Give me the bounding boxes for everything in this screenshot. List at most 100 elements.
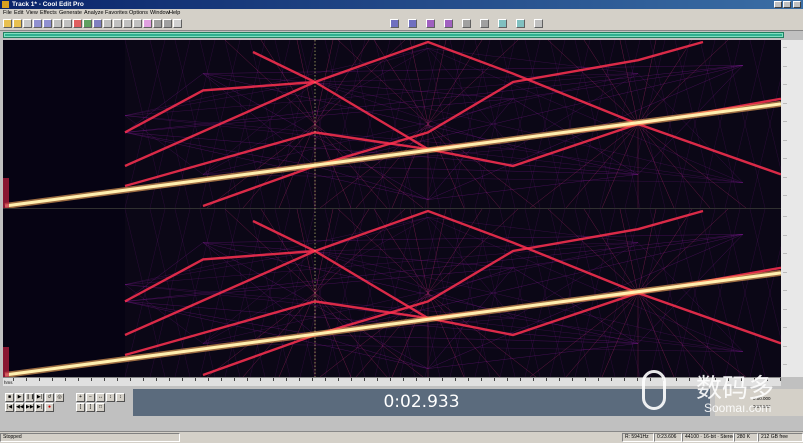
frequency-axis-tick: — xyxy=(783,118,787,123)
zoom-in-vertical-button[interactable]: ↕ xyxy=(106,393,115,402)
play-to-end-button[interactable]: ▶| xyxy=(35,393,44,402)
frequency-axis-tick: — xyxy=(783,213,787,218)
toolbar-button[interactable] xyxy=(13,19,22,28)
toolbar-button[interactable] xyxy=(73,19,82,28)
menu-options[interactable]: Options xyxy=(129,9,148,17)
toolbar-button[interactable] xyxy=(480,19,489,28)
maximize-button[interactable] xyxy=(783,1,791,8)
menu-file[interactable]: File xyxy=(3,9,12,17)
overview-range[interactable] xyxy=(5,34,782,36)
status-size: 280 K xyxy=(734,433,758,442)
close-button[interactable] xyxy=(793,1,801,8)
record-button[interactable]: ● xyxy=(45,403,54,412)
ruler-tick xyxy=(182,378,183,381)
toolbar-button[interactable] xyxy=(93,19,102,28)
toolbar-button[interactable] xyxy=(123,19,132,28)
toolbar-button[interactable] xyxy=(426,19,435,28)
play-looped-button[interactable]: ↺ xyxy=(45,393,54,402)
frequency-axis-tick: — xyxy=(783,324,787,329)
toolbar-button[interactable] xyxy=(103,19,112,28)
ruler-tick xyxy=(325,378,326,381)
ruler-tick xyxy=(312,378,313,381)
status-cursor-time: 0:23.606 xyxy=(654,433,682,442)
ruler-tick xyxy=(156,378,157,381)
play-cd-button[interactable]: ◎ xyxy=(55,393,64,402)
zoom-out-vertical-button[interactable]: ↕ xyxy=(116,393,125,402)
zoom-left-button[interactable]: [ xyxy=(76,403,85,412)
ruler-tick xyxy=(468,378,469,381)
toolbar-button[interactable] xyxy=(83,19,92,28)
zoom-out-horizontal-button[interactable]: − xyxy=(86,393,95,402)
zoom-out-icon: − xyxy=(89,394,92,400)
ruler-tick xyxy=(533,378,534,381)
zoom-full-button[interactable]: ↔ xyxy=(96,393,105,402)
fast-forward-button[interactable]: ▶▶ xyxy=(25,403,34,412)
toolbar-button[interactable] xyxy=(23,19,32,28)
menu-analyze[interactable]: Analyze xyxy=(84,9,104,17)
go-to-end-button[interactable]: ▶| xyxy=(35,403,44,412)
ruler-tick xyxy=(143,378,144,381)
go-to-end-icon: ▶| xyxy=(36,404,43,410)
zoom-selection-button[interactable]: □ xyxy=(96,403,105,412)
ruler-tick xyxy=(572,378,573,381)
play-icon: ▶ xyxy=(17,394,22,400)
menu-generate[interactable]: Generate xyxy=(59,9,82,17)
go-to-start-button[interactable]: |◀ xyxy=(5,403,14,412)
ruler-tick xyxy=(481,378,482,381)
waveform-overview[interactable] xyxy=(3,32,784,38)
zoom-right-button[interactable]: ] xyxy=(86,403,95,412)
toolbar-button[interactable] xyxy=(498,19,507,28)
toolbar-button[interactable] xyxy=(63,19,72,28)
menu-favorites[interactable]: Favorites xyxy=(105,9,128,17)
window-title: Track 1* - Cool Edit Pro xyxy=(12,1,84,8)
toolbar-button[interactable] xyxy=(163,19,172,28)
menu-bar: File Edit View Effects Generate Analyze … xyxy=(0,9,803,17)
menu-window[interactable]: Window xyxy=(150,9,170,17)
toolbar-button[interactable] xyxy=(53,19,62,28)
toolbar-button[interactable] xyxy=(33,19,42,28)
ruler-tick xyxy=(611,378,612,381)
toolbar-button[interactable] xyxy=(143,19,152,28)
minimize-button[interactable] xyxy=(774,1,782,8)
window-titlebar: Track 1* - Cool Edit Pro xyxy=(0,0,803,9)
pause-button[interactable]: ❙❙ xyxy=(25,393,34,402)
menu-view[interactable]: View xyxy=(26,9,38,17)
ruler-units-label: hms xyxy=(4,380,13,385)
ruler-tick xyxy=(195,378,196,381)
play-button[interactable]: ▶ xyxy=(15,393,24,402)
toolbar-button[interactable] xyxy=(173,19,182,28)
toolbar-button[interactable] xyxy=(534,19,543,28)
watermark: 数码多 Soomaı.com xyxy=(640,366,790,418)
frequency-axis-tick: — xyxy=(783,81,787,86)
zoom-in-horizontal-button[interactable]: + xyxy=(76,393,85,402)
stop-button[interactable]: ■ xyxy=(5,393,14,402)
zoom-right-icon: ] xyxy=(89,404,92,410)
menu-help[interactable]: Help xyxy=(169,9,180,17)
toolbar-button[interactable] xyxy=(153,19,162,28)
ruler-tick xyxy=(117,378,118,381)
spectrogram[interactable] xyxy=(3,39,791,378)
frequency-axis-tick: — xyxy=(783,231,787,237)
toolbar-button[interactable] xyxy=(462,19,471,28)
toolbar-button[interactable] xyxy=(516,19,525,28)
toolbar-button[interactable] xyxy=(43,19,52,28)
toolbar-button[interactable] xyxy=(408,19,417,28)
toolbar-button[interactable] xyxy=(444,19,453,28)
menu-effects[interactable]: Effects xyxy=(40,9,57,17)
menu-edit[interactable]: Edit xyxy=(14,9,23,17)
zoom-left-icon: [ xyxy=(79,404,82,410)
status-state: Stopped xyxy=(0,433,180,442)
spectral-view[interactable] xyxy=(3,39,791,378)
rewind-button[interactable]: ◀◀ xyxy=(15,403,24,412)
ruler-tick xyxy=(338,378,339,381)
ruler-tick xyxy=(247,378,248,381)
toolbar-button[interactable] xyxy=(3,19,12,28)
toolbar-button[interactable] xyxy=(133,19,142,28)
cd-icon: ◎ xyxy=(57,394,62,400)
ruler-tick xyxy=(546,378,547,381)
toolbar-button[interactable] xyxy=(113,19,122,28)
ruler-tick xyxy=(234,378,235,381)
toolbar-button[interactable] xyxy=(390,19,399,28)
ruler-tick xyxy=(13,378,14,381)
frequency-axis-tick: — xyxy=(783,305,787,311)
